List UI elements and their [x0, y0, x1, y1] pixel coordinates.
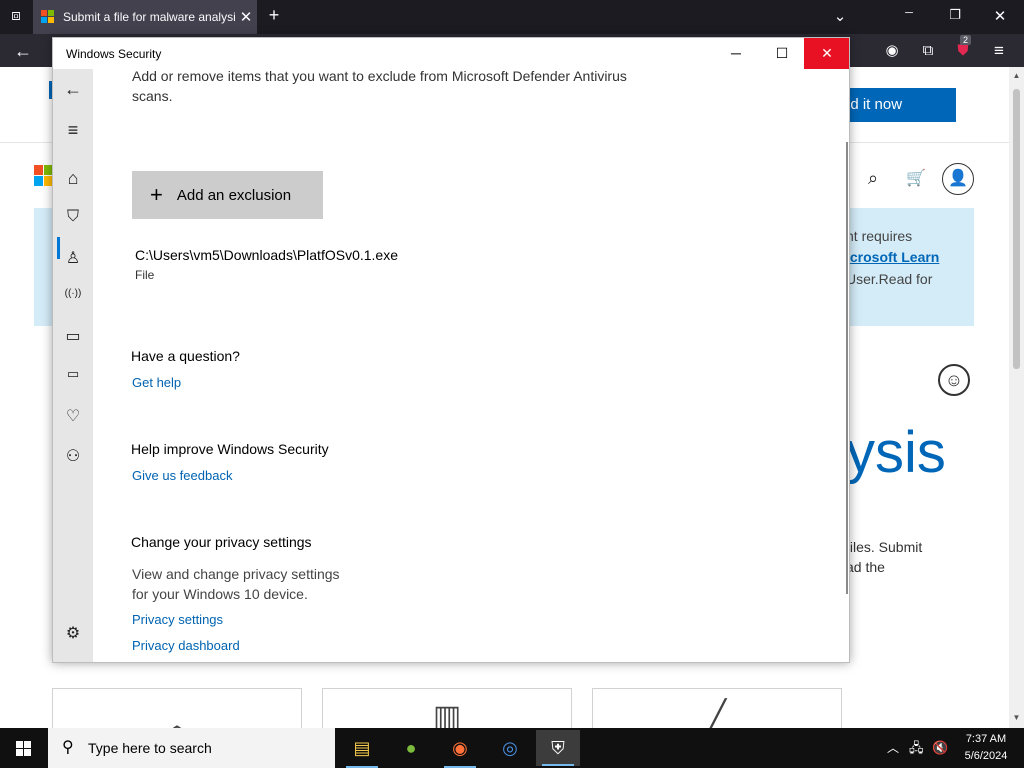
- firewall-network-icon[interactable]: ((·)): [53, 288, 93, 299]
- microsoft-logo-icon[interactable]: [34, 165, 54, 187]
- window-title-bar[interactable]: Windows Security ─ ☐ ✕: [53, 38, 849, 69]
- privacy-text: for your Windows 10 device.: [132, 586, 308, 602]
- browser-close-icon[interactable]: ✕: [989, 7, 1011, 25]
- upload-icon: ︿: [162, 708, 192, 728]
- get-help-link[interactable]: Get help: [132, 375, 181, 390]
- new-tab-icon[interactable]: +: [263, 5, 285, 26]
- content-scrollbar[interactable]: [846, 142, 848, 594]
- windows-taskbar: ⚲ Type here to search ▤ ● ◉ ◎ ⛨ ︿ 🖧 🔇 7:…: [0, 728, 1024, 768]
- scroll-down-icon[interactable]: ▼: [1009, 713, 1024, 722]
- clock-time: 7:37 AM: [965, 733, 1007, 745]
- building-icon: ▥: [432, 700, 462, 728]
- profile-icon[interactable]: 👤: [942, 163, 974, 195]
- hero-heading: ysis: [846, 420, 946, 485]
- page-scrollbar[interactable]: ▲ ▼: [1009, 67, 1024, 728]
- scroll-up-icon[interactable]: ▲: [1009, 71, 1024, 80]
- plus-icon: +: [150, 182, 163, 207]
- option-card[interactable]: ╱: [592, 688, 842, 728]
- notice-line: nt requires: [846, 228, 913, 244]
- device-security-icon[interactable]: ▭: [53, 366, 93, 382]
- search-magnifier-icon: ⚲: [62, 739, 74, 756]
- account-protection-icon[interactable]: ♙: [53, 248, 93, 268]
- privacy-settings-link[interactable]: Privacy settings: [132, 612, 223, 627]
- tab-list-icon[interactable]: ⧈: [5, 7, 27, 24]
- taskbar-clock[interactable]: 7:37 AM 5/6/2024: [958, 731, 1014, 765]
- check-icon: ╱: [707, 700, 727, 728]
- start-windows-icon[interactable]: [0, 728, 48, 768]
- device-health-icon[interactable]: ♡: [53, 406, 93, 426]
- question-heading: Have a question?: [131, 348, 240, 364]
- back-icon[interactable]: ←: [12, 40, 34, 62]
- browser-minimize-icon[interactable]: ─: [898, 7, 920, 19]
- windows-security-window: Windows Security ─ ☐ ✕ ← ≡ ⌂ ⛉ ♙ ((·)) ▭…: [52, 37, 850, 663]
- microsoft-learn-link[interactable]: icrosoft Learn: [846, 249, 939, 265]
- page-paragraph-line: ad the: [846, 559, 885, 575]
- option-card[interactable]: ▥: [322, 688, 572, 728]
- account-icon[interactable]: ◉: [881, 40, 903, 62]
- notice-line: User.Read for: [846, 271, 933, 287]
- tab-close-icon[interactable]: ✕: [235, 8, 257, 26]
- tab-title: Submit a file for malware analysis: [63, 10, 235, 24]
- window-title: Windows Security: [66, 47, 162, 61]
- page-paragraph-line: files. Submit: [846, 539, 923, 555]
- exclusions-description: Add or remove items that you want to exc…: [132, 68, 627, 104]
- browser-tab-bar: ⧈ Submit a file for malware analysis ✕ +…: [0, 0, 1024, 34]
- improve-heading: Help improve Windows Security: [131, 441, 329, 457]
- cart-icon[interactable]: 🛒: [906, 168, 926, 188]
- menu-icon[interactable]: ≡: [988, 40, 1010, 62]
- tray-chevron-icon[interactable]: ︿: [887, 728, 899, 768]
- family-options-icon[interactable]: ⚇: [53, 446, 93, 466]
- exclusions-content: Add or remove items that you want to exc…: [93, 68, 849, 662]
- search-icon[interactable]: ⌕: [868, 168, 878, 189]
- clock-date: 5/6/2024: [964, 750, 1008, 762]
- app-browser-control-icon[interactable]: ▭: [53, 326, 93, 346]
- add-exclusion-button[interactable]: + Add an exclusion: [132, 171, 323, 219]
- exclusion-type: File: [135, 268, 155, 282]
- network-icon[interactable]: 🖧: [909, 728, 924, 768]
- add-exclusion-label: Add an exclusion: [176, 187, 292, 204]
- chrome-icon[interactable]: ◎: [488, 732, 532, 764]
- windows-security-taskbar-icon[interactable]: ⛨: [536, 730, 580, 766]
- taskbar-search-box[interactable]: ⚲ Type here to search: [48, 728, 335, 768]
- virus-protection-shield-icon[interactable]: ⛉: [53, 208, 93, 226]
- scroll-thumb[interactable]: [1013, 89, 1020, 369]
- file-explorer-icon[interactable]: ▤: [340, 732, 384, 768]
- give-feedback-link[interactable]: Give us feedback: [132, 468, 232, 483]
- option-card[interactable]: ︿: [52, 688, 302, 728]
- feedback-smiley-icon[interactable]: ☺: [938, 364, 970, 396]
- microsoft-favicon-icon: [41, 10, 55, 24]
- security-sidebar: ← ≡ ⌂ ⛉ ♙ ((·)) ▭ ▭ ♡ ⚇ ⚙: [53, 69, 93, 662]
- extensions-icon[interactable]: ⧉: [917, 40, 939, 62]
- window-maximize-icon[interactable]: ☐: [759, 38, 805, 69]
- home-icon[interactable]: ⌂: [53, 168, 93, 189]
- hamburger-menu-icon[interactable]: ≡: [53, 120, 93, 141]
- tab-list-chevron-icon[interactable]: ⌄: [829, 7, 851, 25]
- browser-tab[interactable]: Submit a file for malware analysis ✕: [33, 0, 257, 34]
- back-arrow-icon[interactable]: ←: [53, 79, 93, 100]
- privacy-dashboard-link[interactable]: Privacy dashboard: [132, 638, 240, 653]
- window-minimize-icon[interactable]: ─: [713, 38, 759, 69]
- privacy-heading: Change your privacy settings: [131, 534, 312, 550]
- privacy-text: View and change privacy settings: [132, 566, 340, 582]
- window-close-icon[interactable]: ✕: [804, 38, 849, 69]
- volume-muted-icon[interactable]: 🔇: [932, 728, 948, 768]
- browser-restore-icon[interactable]: ❐: [944, 7, 966, 23]
- addon-badge: 2: [960, 35, 972, 45]
- settings-gear-icon[interactable]: ⚙: [53, 623, 93, 643]
- taskbar-search-placeholder: Type here to search: [88, 740, 212, 756]
- firefox-icon[interactable]: ◉: [438, 732, 482, 768]
- exclusion-path: C:\Users\vm5\Downloads\PlatfOSv0.1.exe: [135, 247, 398, 263]
- chrome-green-icon[interactable]: ●: [389, 732, 433, 764]
